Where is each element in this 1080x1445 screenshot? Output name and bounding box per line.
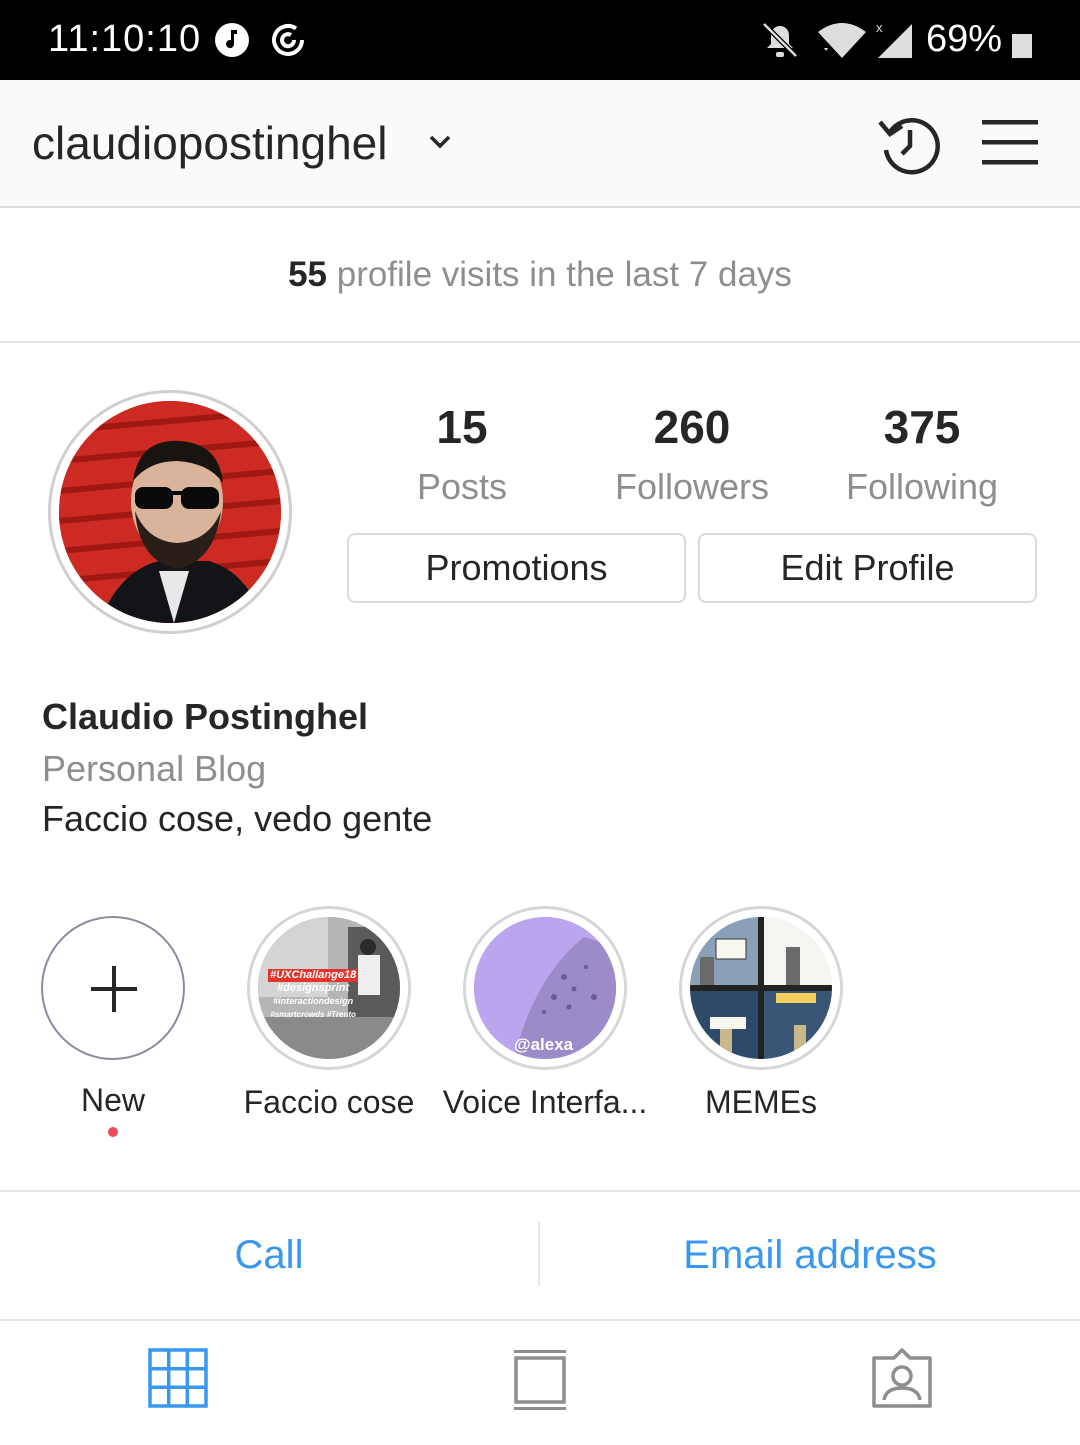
highlight-label: MEMEs	[705, 1084, 817, 1120]
highlight-cover	[690, 917, 832, 1059]
profile-visits-banner[interactable]: 55 profile visits in the last 7 days	[0, 208, 1080, 343]
wifi-icon	[816, 20, 868, 65]
promotions-button[interactable]: Promotions	[347, 533, 686, 603]
music-note-icon	[212, 20, 252, 65]
username-switcher[interactable]: claudiopostinghel	[32, 116, 388, 170]
highlight-cover: #UXChallange18 #designsprint #interactio…	[258, 917, 400, 1059]
followers-label: Followers	[614, 466, 770, 507]
highlight-overlay-text: #UXChallange18 #designsprint #interactio…	[268, 969, 359, 1021]
overlay-line: #UXChallange18	[268, 969, 359, 982]
highlight-new[interactable]: New	[8, 906, 218, 1137]
call-button[interactable]: Call	[0, 1192, 538, 1319]
highlight-label: Voice Interfa...	[442, 1084, 648, 1120]
profile-avatar-ring[interactable]	[48, 390, 292, 634]
edit-profile-button[interactable]: Edit Profile	[698, 533, 1037, 603]
overlay-line: #interactiondesign	[273, 996, 354, 1006]
stat-posts[interactable]: 15 Posts	[362, 400, 562, 508]
overlay-line: #designsprint	[277, 982, 350, 994]
highlight-voice-interfaces[interactable]: @alexa Voice Interfa...	[440, 906, 650, 1121]
signal-icon: x	[874, 20, 914, 65]
sync-icon	[268, 20, 308, 65]
followers-count: 260	[653, 401, 731, 453]
history-icon[interactable]	[876, 112, 944, 183]
new-highlight-ring	[41, 916, 185, 1060]
highlight-overlay-text: @alexa	[514, 1035, 574, 1054]
highlight-ring: @alexa	[463, 906, 627, 1070]
notification-dot	[108, 1127, 118, 1137]
status-time: 11:10:10	[48, 18, 202, 60]
highlight-label: New	[80, 1082, 145, 1118]
avatar	[59, 401, 281, 623]
stat-following[interactable]: 375 Following	[822, 400, 1022, 508]
svg-text:x: x	[876, 20, 883, 35]
contact-bar: Call Email address	[0, 1190, 1080, 1321]
grid-icon[interactable]	[148, 1348, 208, 1413]
highlight-cover: @alexa	[474, 917, 616, 1059]
visits-text: profile visits in the last 7 days	[327, 255, 792, 294]
posts-count: 15	[436, 401, 488, 453]
battery-icon	[1012, 34, 1032, 63]
battery-percentage: 69%	[925, 18, 1002, 60]
highlight-ring: #UXChallange18 #designsprint #interactio…	[247, 906, 411, 1070]
profile-category: Personal Blog	[42, 748, 267, 789]
profile-tab-bar	[0, 1320, 1080, 1445]
highlight-memes[interactable]: MEMEs	[656, 906, 866, 1121]
highlight-label: Faccio cose	[243, 1084, 415, 1120]
highlight-ring	[679, 906, 843, 1070]
menu-icon[interactable]	[982, 116, 1040, 173]
stat-followers[interactable]: 260 Followers	[592, 400, 792, 508]
tagged-icon[interactable]	[870, 1348, 934, 1415]
following-label: Following	[845, 466, 999, 507]
profile-header: claudiopostinghel	[0, 80, 1080, 208]
display-name: Claudio Postinghel	[42, 696, 369, 737]
highlight-faccio-cose[interactable]: #UXChallange18 #designsprint #interactio…	[224, 906, 434, 1121]
chevron-down-icon[interactable]	[428, 134, 452, 155]
visits-count: 55	[288, 255, 327, 294]
plus-icon	[89, 964, 139, 1019]
status-bar: 11:10:10 x 69%	[0, 0, 1080, 80]
email-button[interactable]: Email address	[540, 1192, 1080, 1319]
feed-view-icon[interactable]	[512, 1348, 568, 1417]
overlay-line: #smartcrowds #Trento	[270, 1010, 356, 1019]
posts-label: Posts	[416, 466, 508, 507]
following-count: 375	[883, 401, 961, 453]
bio-text: Faccio cose, vedo gente	[42, 798, 433, 839]
mute-icon	[760, 20, 800, 65]
